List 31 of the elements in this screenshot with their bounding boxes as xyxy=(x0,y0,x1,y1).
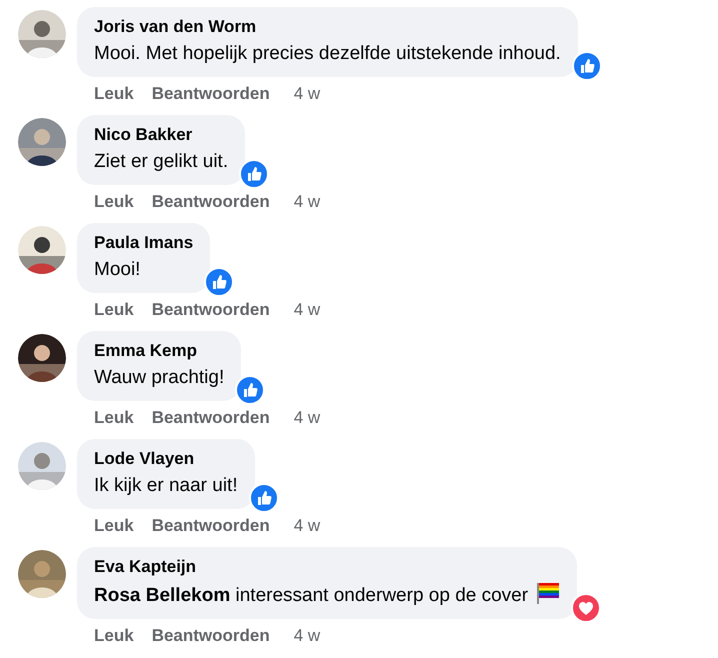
action-link[interactable]: Beantwoorden xyxy=(152,515,270,537)
action-link[interactable]: Leuk xyxy=(94,191,134,213)
action-link[interactable]: Beantwoorden xyxy=(152,191,270,213)
comment-text: Mooi! xyxy=(94,259,140,280)
action-link[interactable]: Leuk xyxy=(94,625,134,647)
author-name[interactable]: Eva Kapteijn xyxy=(94,557,560,577)
comment-text: Wauw prachtig! xyxy=(94,367,224,388)
action-link[interactable]: Beantwoorden xyxy=(152,625,270,647)
action-link[interactable]: Beantwoorden xyxy=(152,299,270,321)
timestamp[interactable]: 4 w xyxy=(294,299,320,321)
author-name[interactable]: Paula Imans xyxy=(94,233,194,253)
action-link[interactable]: Leuk xyxy=(94,515,134,537)
action-link[interactable]: Beantwoorden xyxy=(152,407,270,429)
author-name[interactable]: Nico Bakker xyxy=(94,125,228,145)
rainbow-flag-icon xyxy=(536,582,560,604)
timestamp[interactable]: 4 w xyxy=(294,191,320,213)
comment-text: Ik kijk er naar uit! xyxy=(94,475,238,496)
author-name[interactable]: Emma Kemp xyxy=(94,341,224,361)
timestamp[interactable]: 4 w xyxy=(294,83,320,105)
action-link[interactable]: Beantwoorden xyxy=(152,83,270,105)
timestamp[interactable]: 4 w xyxy=(294,407,320,429)
timestamp[interactable]: 4 w xyxy=(294,625,320,647)
action-link[interactable]: Leuk xyxy=(94,83,134,105)
author-name[interactable]: Lode Vlayen xyxy=(94,449,238,469)
comment-text: Rosa Bellekom interessant onderwerp op de cover xyxy=(94,585,528,606)
comment-text: Mooi. Met hopelijk precies dezelfde uitstekende inhoud. xyxy=(94,43,561,64)
comment-text: Ziet er gelikt uit. xyxy=(94,151,228,172)
action-link[interactable]: Leuk xyxy=(94,407,134,429)
author-name[interactable]: Joris van den Worm xyxy=(94,17,561,37)
action-link[interactable]: Leuk xyxy=(94,299,134,321)
timestamp[interactable]: 4 w xyxy=(294,515,320,537)
